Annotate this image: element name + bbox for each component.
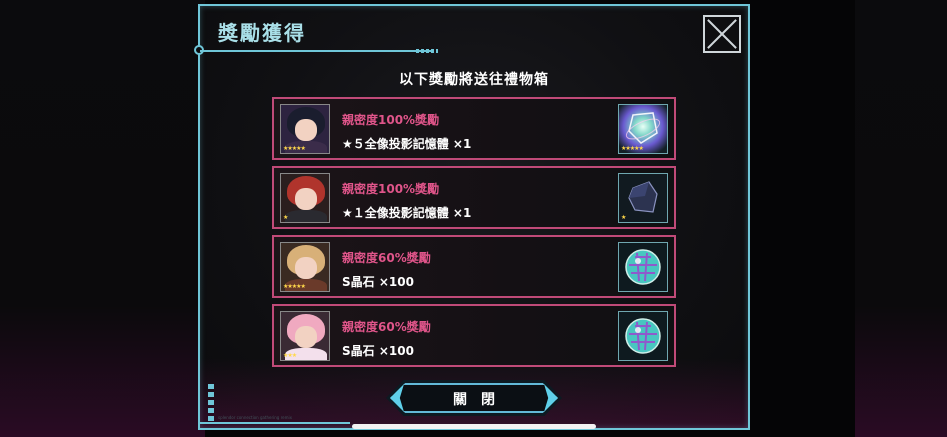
reward-row: ★★★ 親密度60%獎勵 S晶石 ×100 bbox=[272, 304, 676, 367]
reward-row: ★★★★★ 親密度60%獎勵 S晶石 ×100 bbox=[272, 235, 676, 298]
hologram-memory-1-icon: ★ bbox=[618, 173, 668, 223]
reward-title: 親密度100%獎勵 bbox=[342, 113, 440, 127]
home-indicator[interactable] bbox=[352, 424, 596, 429]
reward-description: ★５全像投影記憶體 ×1 bbox=[342, 137, 472, 151]
item-rarity-stars: ★★★★★ bbox=[621, 145, 644, 152]
reward-description: S晶石 ×100 bbox=[342, 344, 414, 358]
reward-title: 親密度60%獎勵 bbox=[342, 251, 431, 265]
character-portrait: ★★★ bbox=[280, 311, 330, 361]
reward-description: S晶石 ×100 bbox=[342, 275, 414, 289]
reward-row: ★ 親密度100%獎勵 ★１全像投影記憶體 ×1 ★ bbox=[272, 166, 676, 229]
character-portrait: ★★★★★ bbox=[280, 242, 330, 292]
hologram-memory-5-icon: ★★★★★ bbox=[618, 104, 668, 154]
character-portrait: ★ bbox=[280, 173, 330, 223]
s-crystal-icon bbox=[618, 311, 668, 361]
rarity-stars: ★ bbox=[283, 214, 288, 221]
dialog-subtitle: 以下獎勵將送往禮物箱 bbox=[399, 72, 549, 88]
reward-description: ★１全像投影記憶體 ×1 bbox=[342, 206, 472, 220]
s-crystal-icon bbox=[618, 242, 668, 292]
footer-tiny-text: splendor connection gathering remix bbox=[218, 415, 292, 420]
background-right bbox=[855, 0, 947, 437]
stripe-decoration bbox=[208, 384, 214, 424]
rarity-stars: ★★★★★ bbox=[283, 283, 306, 290]
close-button[interactable]: 關閉 bbox=[386, 380, 562, 416]
character-portrait: ★★★★★ bbox=[280, 104, 330, 154]
close-icon-button[interactable] bbox=[703, 15, 741, 53]
close-button-label: 關閉 bbox=[453, 392, 509, 408]
title-underline bbox=[200, 50, 434, 52]
rarity-stars: ★★★ bbox=[283, 352, 297, 359]
background-left bbox=[0, 0, 205, 437]
bottom-corner-line bbox=[200, 422, 350, 424]
reward-title: 親密度100%獎勵 bbox=[342, 182, 440, 196]
title-dashes-decoration bbox=[416, 49, 438, 53]
reward-title: 親密度60%獎勵 bbox=[342, 320, 431, 334]
reward-dialog: 獎勵獲得 以下獎勵將送往禮物箱 ★★★★★ 親密度100%獎勵 ★５全像投影記憶… bbox=[194, 4, 750, 430]
item-rarity-stars: ★ bbox=[621, 214, 626, 221]
dialog-title: 獎勵獲得 bbox=[218, 21, 306, 45]
rarity-stars: ★★★★★ bbox=[283, 145, 306, 152]
reward-row: ★★★★★ 親密度100%獎勵 ★５全像投影記憶體 ×1 ★★★★★ bbox=[272, 97, 676, 160]
